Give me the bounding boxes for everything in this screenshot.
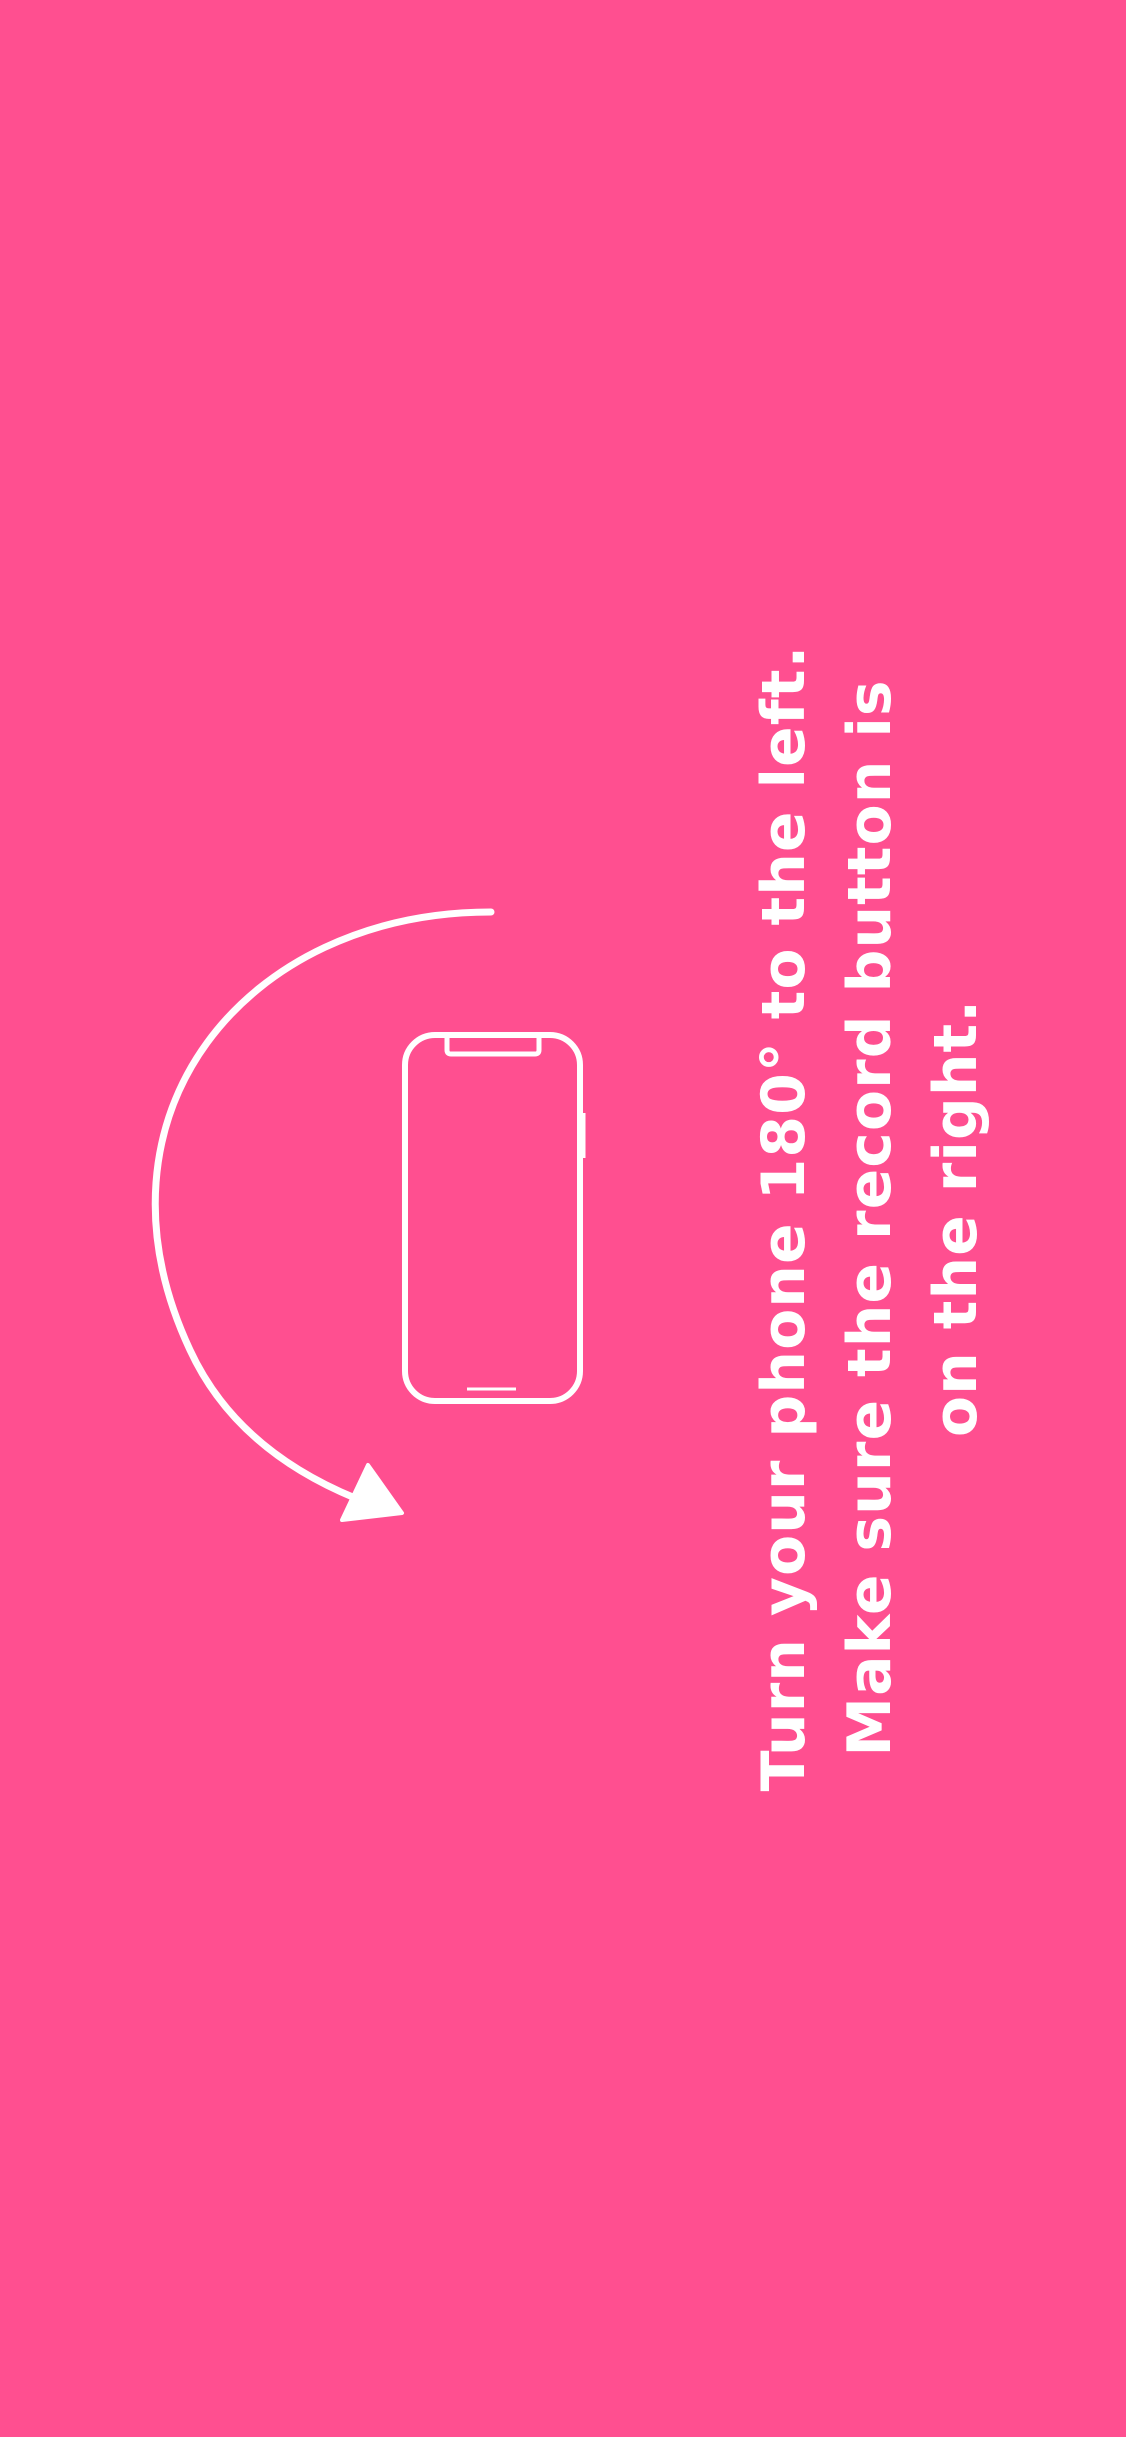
instruction-line-3: on the right.: [921, 998, 991, 1438]
phone-outline-icon: [402, 1032, 586, 1404]
instruction-text: Turn your phone 180° to the left. Make s…: [720, 518, 1020, 1918]
arrow-head: [340, 1463, 404, 1522]
rotate-instructions-screen: Turn your phone 180° to the left. Make s…: [0, 0, 1126, 2437]
instruction-line-1: Turn your phone 180° to the left.: [749, 644, 819, 1792]
rotate-arrow-icon: [151, 908, 495, 1502]
instruction-line-2: Make sure the record button is: [835, 679, 905, 1757]
